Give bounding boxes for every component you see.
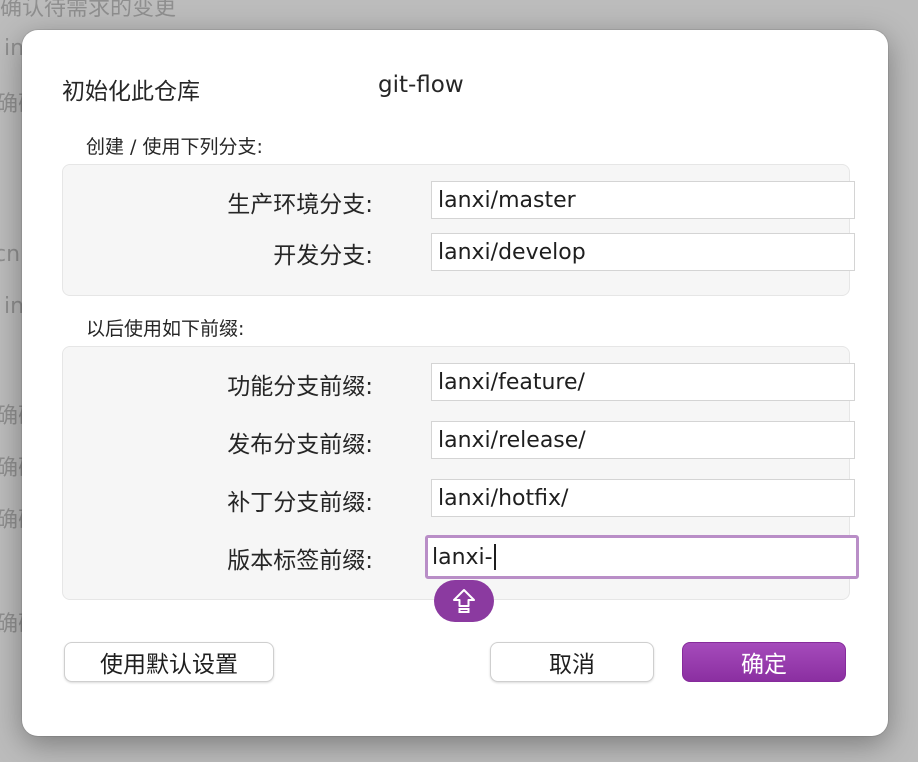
production-branch-label: 生产环境分支: [227, 192, 373, 218]
dialog-title: 初始化此仓库 [62, 79, 200, 105]
prefixes-group: 功能分支前缀: 发布分支前缀: 补丁分支前缀: 版本标签前缀: lanxi- [62, 346, 859, 600]
production-branch-input[interactable] [431, 181, 855, 219]
caps-lock-icon [453, 589, 475, 613]
hotfix-prefix-input[interactable] [431, 479, 855, 517]
branches-group: 生产环境分支: 开发分支: [62, 164, 855, 296]
branches-section-label: 创建 / 使用下列分支: [86, 136, 263, 158]
feature-prefix-label: 功能分支前缀: [227, 374, 373, 400]
hotfix-prefix-label: 补丁分支前缀: [227, 490, 373, 516]
cancel-button[interactable]: 取消 [490, 642, 654, 682]
prefixes-section-label: 以后使用如下前缀: [86, 318, 245, 340]
git-flow-init-dialog: 初始化此仓库 git-flow 创建 / 使用下列分支: 生产环境分支: 开发分… [22, 30, 888, 736]
release-prefix-input[interactable] [431, 421, 855, 459]
release-prefix-label: 发布分支前缀: [227, 432, 373, 458]
text-caret [493, 544, 496, 570]
caps-lock-indicator [434, 580, 494, 622]
use-defaults-button[interactable]: 使用默认设置 [64, 642, 274, 682]
version-tag-prefix-value: lanxi- [432, 544, 493, 570]
develop-branch-input[interactable] [431, 233, 855, 271]
feature-prefix-input[interactable] [431, 363, 855, 401]
dialog-title-value: git-flow [378, 72, 464, 98]
version-tag-prefix-input[interactable]: lanxi- [425, 535, 859, 579]
develop-branch-label: 开发分支: [273, 243, 373, 269]
background-text: cn [0, 242, 21, 267]
ok-button[interactable]: 确定 [682, 642, 846, 682]
version-tag-prefix-label: 版本标签前缀: [227, 548, 373, 574]
background-text: 确认待需求的变更 [0, 0, 177, 21]
